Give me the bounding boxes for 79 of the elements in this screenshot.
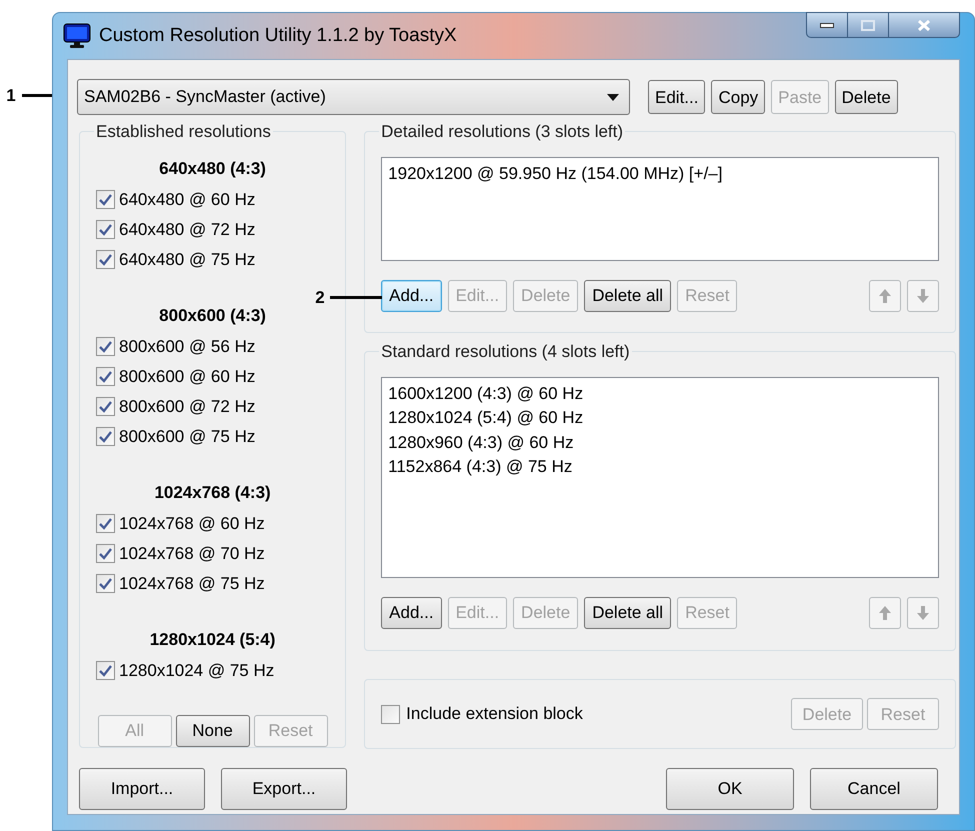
button[interactable]: Delete: [834, 80, 898, 114]
up-arrow-icon: [879, 606, 891, 620]
leader-line: [330, 296, 382, 299]
checkmark-icon: [99, 340, 112, 352]
resolution-heading: 1024x768 (4:3): [153, 482, 272, 504]
checkbox[interactable]: [96, 661, 115, 680]
down-arrow-icon: [917, 606, 929, 620]
minimize-icon: [820, 22, 834, 28]
list-item[interactable]: 1280x1024 (5:4) @ 60 Hz: [388, 406, 932, 430]
checkmark-icon: [99, 370, 112, 382]
checkmark-icon: [99, 400, 112, 412]
checkbox[interactable]: [96, 367, 115, 386]
window-title: Custom Resolution Utility 1.1.2 by ToastyX: [99, 24, 457, 48]
dialog-button[interactable]: Export...: [221, 768, 347, 810]
list-item[interactable]: 1600x1200 (4:3) @ 60 Hz: [388, 382, 932, 406]
group-title: Detailed resolutions (3 slots left): [380, 121, 624, 143]
group-title: Established resolutions: [95, 121, 272, 143]
dropdown-caret-icon: [607, 94, 619, 100]
checkbox[interactable]: [96, 190, 115, 209]
resolution-heading: 640x480 (4:3): [158, 158, 267, 180]
resolution-list[interactable]: 1600x1200 (4:3) @ 60 Hz 1280x1024 (5:4) @ 60 Hz 1280x960 (4:3) @ 60 Hz 1152x864 (4:3) @ 75 Hz: [381, 376, 939, 578]
checkbox-label: 800x600 @ 72 Hz: [119, 396, 256, 418]
resolution-heading: 1280x1024 (5:4): [148, 628, 276, 650]
monitor-dropdown[interactable]: SAM02B6 - SyncMaster (active): [77, 79, 630, 115]
list-item[interactable]: 1152x864 (4:3) @ 75 Hz: [388, 455, 932, 480]
checkmark-icon: [99, 254, 112, 266]
checkbox-label: 800x600 @ 60 Hz: [119, 366, 256, 388]
button[interactable]: Copy: [711, 80, 766, 114]
dialog-button[interactable]: Cancel: [810, 768, 938, 810]
checkbox[interactable]: [96, 337, 115, 356]
dropdown-value: SAM02B6 - SyncMaster (active): [84, 86, 326, 108]
list-item[interactable]: 1920x1200 @ 59.950 Hz (154.00 MHz) [+/–]: [388, 162, 932, 186]
dialog-button[interactable]: Import...: [79, 768, 205, 810]
minimize-button[interactable]: [806, 12, 848, 38]
dialog-button[interactable]: OK: [666, 768, 794, 810]
button[interactable]: Delete all: [584, 280, 672, 312]
group-title: Standard resolutions (4 slots left): [380, 341, 631, 363]
checkmark-icon: [99, 664, 112, 676]
resolution-heading: 800x600 (4:3): [158, 304, 267, 326]
button[interactable]: Add...: [381, 280, 442, 312]
checkbox-label: 640x480 @ 60 Hz: [119, 188, 256, 211]
maximize-button[interactable]: [848, 12, 888, 38]
monitor-icon: [63, 23, 91, 49]
button[interactable]: Add...: [381, 596, 442, 628]
checkbox[interactable]: [96, 544, 115, 563]
checkbox[interactable]: [96, 574, 115, 593]
button[interactable]: Edit...: [648, 80, 706, 114]
checkbox-label: Include extension block: [406, 703, 583, 726]
checkbox[interactable]: [96, 514, 115, 533]
maximize-icon: [861, 20, 875, 30]
checkmark-icon: [99, 430, 112, 442]
checkbox-label: 800x600 @ 56 Hz: [119, 336, 256, 358]
checkbox-label: 640x480 @ 75 Hz: [119, 248, 256, 271]
checkbox[interactable]: [381, 704, 400, 724]
button[interactable]: Delete all: [584, 596, 672, 628]
button[interactable]: None: [176, 714, 250, 746]
checkbox[interactable]: [96, 250, 115, 269]
checkmark-icon: [99, 578, 112, 590]
callout-number: 2: [314, 289, 326, 306]
checkmark-icon: [99, 194, 112, 206]
checkbox-label: 1280x1024 @ 75 Hz: [119, 660, 274, 682]
checkmark-icon: [99, 518, 112, 530]
resolution-list[interactable]: 1920x1200 @ 59.950 Hz (154.00 MHz) [+/–]: [381, 156, 939, 260]
checkbox-label: 1024x768 @ 70 Hz: [119, 542, 265, 565]
list-item[interactable]: 1280x960 (4:3) @ 60 Hz: [388, 430, 932, 455]
close-button[interactable]: [888, 12, 960, 38]
checkmark-icon: [99, 548, 112, 560]
up-arrow-icon: [879, 288, 891, 302]
checkmark-icon: [99, 224, 112, 236]
checkbox[interactable]: [96, 220, 115, 239]
checkbox[interactable]: [96, 427, 115, 446]
checkbox-label: 1024x768 @ 75 Hz: [119, 572, 265, 595]
checkbox-label: 800x600 @ 75 Hz: [119, 426, 256, 448]
checkbox[interactable]: [96, 397, 115, 416]
callout-number: 1: [5, 85, 17, 107]
checkbox-label: 1024x768 @ 60 Hz: [119, 512, 265, 535]
checkbox-label: 640x480 @ 72 Hz: [119, 218, 256, 241]
down-arrow-icon: [917, 288, 929, 302]
close-icon: [917, 18, 931, 32]
